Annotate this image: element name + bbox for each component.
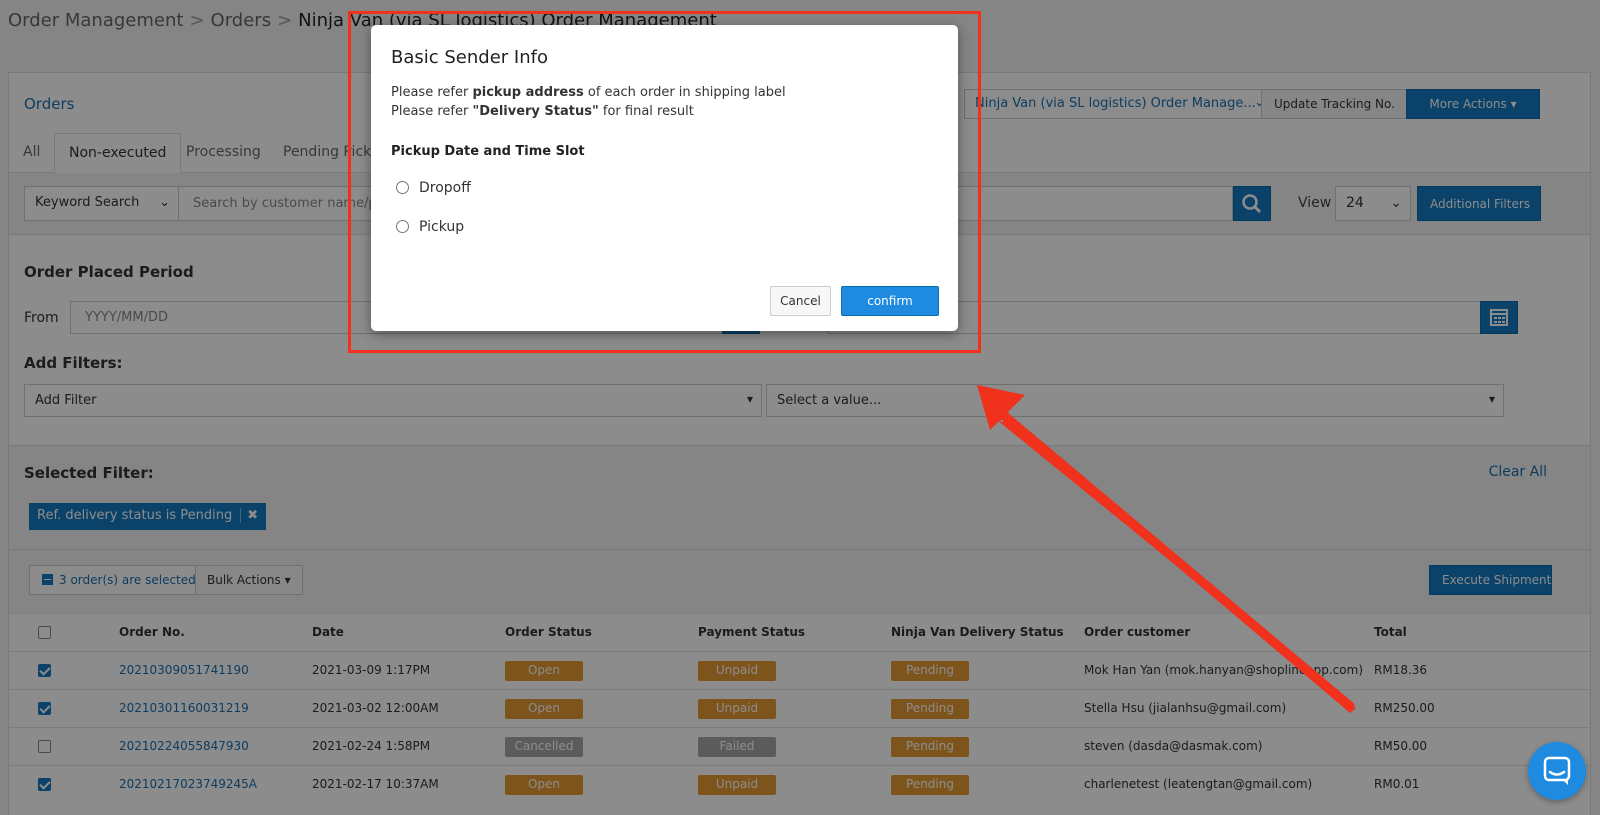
chat-launcher[interactable] bbox=[1528, 742, 1586, 800]
chat-icon bbox=[1543, 756, 1571, 785]
annotation-highlight-box bbox=[348, 11, 981, 353]
